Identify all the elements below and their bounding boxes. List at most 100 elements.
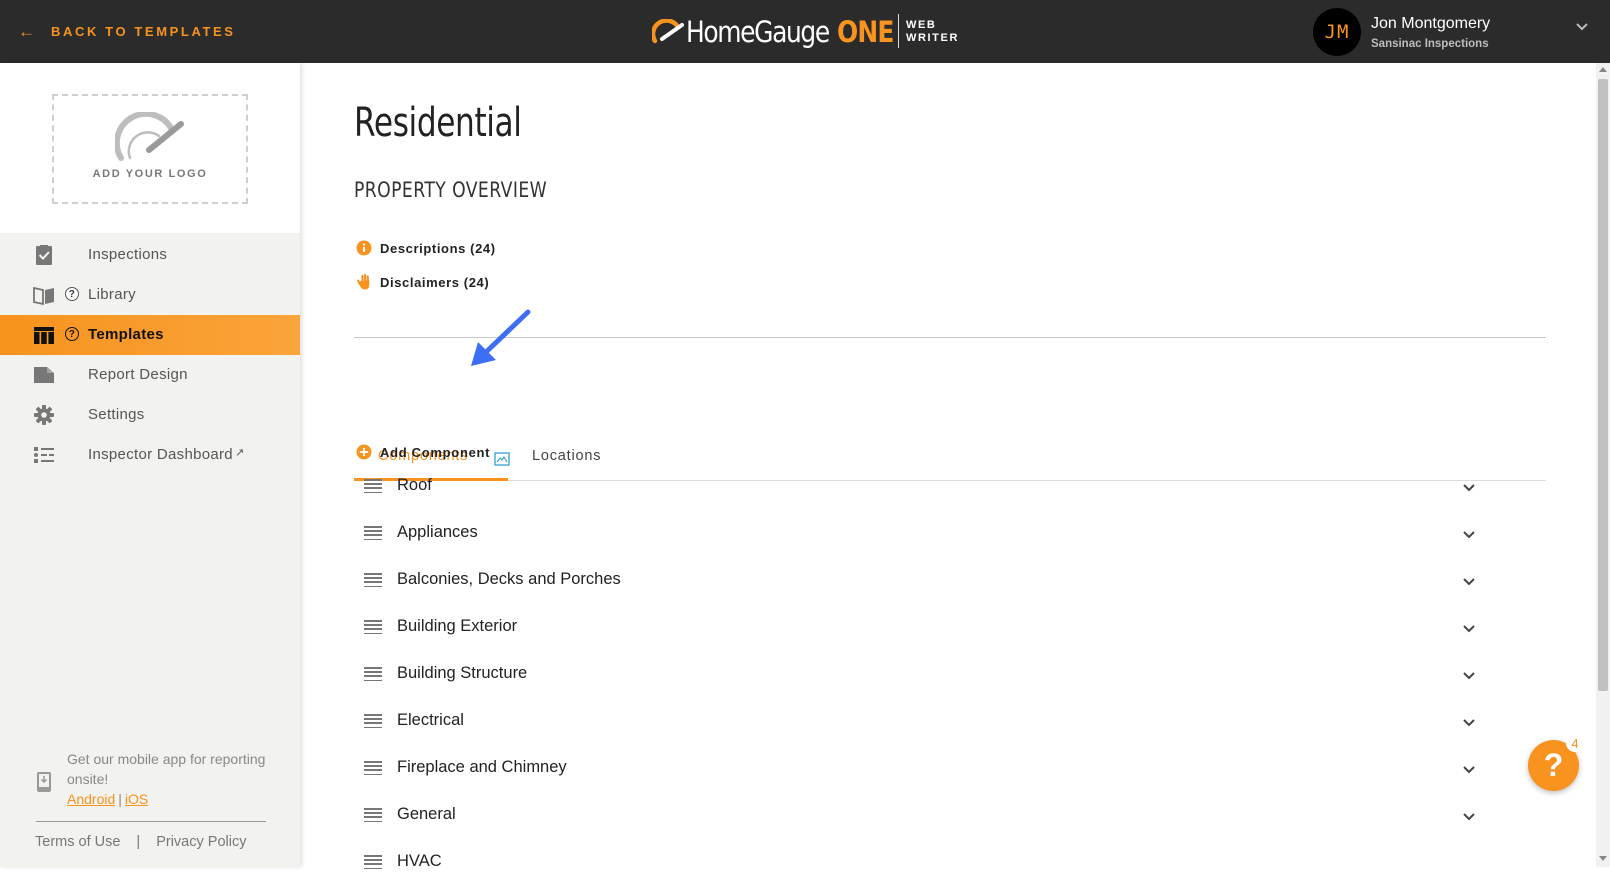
scrollbar[interactable] [1596,63,1610,867]
component-name: Fireplace and Chimney [397,758,567,776]
chevron-down-icon[interactable] [1462,765,1476,775]
chevron-down-icon[interactable] [1462,483,1476,493]
drag-handle-icon[interactable] [364,526,382,541]
gauge-logo-icon [652,19,684,44]
clipboard-check-icon [36,245,52,265]
logo-area: ADD YOUR LOGO [0,63,300,233]
chevron-down-icon[interactable] [1462,718,1476,728]
sidebar-item-report-design[interactable]: Report Design [0,355,300,395]
sidebar-item-inspector-dashboard[interactable]: Inspector Dashboard ↗ [0,435,300,475]
list-item[interactable]: Fireplace and Chimney [354,747,1494,794]
sidebar-item-inspections[interactable]: Inspections [0,235,300,275]
drag-handle-icon[interactable] [364,808,382,823]
list-item[interactable]: Roof [354,465,1494,512]
book-icon [33,286,54,305]
table-icon [34,327,54,344]
page-title: Residential [354,100,522,146]
brand-web: WEB [906,19,937,31]
sidebar-divider [36,821,266,822]
mobile-app-message: Get our mobile app for reporting onsite! [67,751,266,787]
footer-links: Terms of Use | Privacy Policy [35,834,246,850]
back-to-templates-label: BACK TO TEMPLATES [51,24,236,39]
drag-handle-icon[interactable] [364,620,382,635]
back-to-templates-link[interactable]: ← BACK TO TEMPLATES [18,0,236,63]
component-name: Electrical [397,711,464,729]
ios-link[interactable]: iOS [125,791,148,807]
chevron-down-icon[interactable] [1462,624,1476,634]
scroll-down-icon[interactable] [1599,856,1607,861]
drag-handle-icon[interactable] [364,573,382,588]
chevron-down-icon[interactable] [1462,812,1476,822]
brand-web-writer: WEB WRITER [906,19,959,45]
scroll-up-icon[interactable] [1599,67,1607,72]
mobile-app-text: Get our mobile app for reporting onsite!… [67,749,272,809]
descriptions-label: Descriptions (24) [380,240,496,256]
chevron-down-icon[interactable] [1462,577,1476,587]
drag-handle-icon[interactable] [364,714,382,729]
disclaimers-link[interactable]: Disclaimers (24) [356,274,489,290]
help-question-icon[interactable]: ? [65,287,79,301]
main-content: Residential PROPERTY OVERVIEW Descriptio… [300,63,1596,870]
mobile-download-icon [37,772,51,792]
android-link[interactable]: Android [67,791,115,807]
chevron-down-icon[interactable] [1575,22,1589,32]
sidebar-item-templates[interactable]: ? Templates [0,315,300,355]
brand-name: HomeGauge [686,15,830,49]
dashboard-list-icon [34,447,54,463]
list-item[interactable]: Building Structure [354,653,1494,700]
disclaimers-label: Disclaimers (24) [380,274,490,290]
help-button[interactable]: ? 4 [1528,734,1584,791]
edit-image-icon[interactable] [494,451,510,466]
footer-separator: | [136,834,141,850]
hand-stop-icon [357,274,370,290]
list-item[interactable]: General [354,794,1494,841]
user-company: Sansinac Inspections [1371,38,1489,50]
list-item[interactable]: Electrical [354,700,1494,747]
user-name: Jon Montgomery [1371,15,1491,32]
add-logo-button[interactable]: ADD YOUR LOGO [52,94,248,204]
sidebar-item-label-wrap: Inspector Dashboard ↗ [88,446,244,463]
sidebar-item-label: Templates [88,326,164,343]
folder-icon [34,367,54,383]
arrow-left-icon: ← [18,22,35,41]
component-name: General [397,805,456,823]
plus-circle-icon [356,444,372,460]
brand-one: ONE [837,15,894,49]
notification-badge: 4 [1566,734,1584,752]
descriptions-link[interactable]: Descriptions (24) [356,240,496,256]
chevron-down-icon[interactable] [1462,671,1476,681]
component-name: Roof [397,476,432,494]
list-item[interactable]: Appliances [354,512,1494,559]
brand-divider [898,14,899,48]
help-question-icon[interactable]: ? [65,327,79,341]
mobile-app-promo: Get our mobile app for reporting onsite!… [36,749,272,809]
add-component-label: Add Component [380,444,491,460]
list-item[interactable]: Balconies, Decks and Porches [354,559,1494,606]
component-name: Building Structure [397,664,528,682]
add-component-button[interactable]: Add Component [356,444,490,460]
gear-icon [34,405,54,425]
drag-handle-icon[interactable] [364,479,382,494]
sidebar-item-label: Settings [88,406,145,423]
scrollbar-thumb[interactable] [1598,79,1608,691]
tab-locations[interactable]: Locations [532,448,601,464]
component-list: Roof Appliances Balconies, Decks and Por… [354,465,1494,888]
drag-handle-icon[interactable] [364,761,382,776]
list-item[interactable]: HVAC [354,841,1494,888]
sidebar-item-settings[interactable]: Settings [0,395,300,435]
link-separator: | [118,791,122,807]
list-item[interactable]: Building Exterior [354,606,1494,653]
component-name: HVAC [397,852,442,870]
privacy-policy-link[interactable]: Privacy Policy [156,834,246,850]
sidebar-nav: Inspections ? Library ? Templates Report… [0,235,300,475]
sidebar-item-label: Library [88,286,136,303]
homegauge-logo: HomeGauge ONE WEB WRITER [652,12,957,52]
chevron-down-icon[interactable] [1462,530,1476,540]
user-menu[interactable]: JM Jon Montgomery Sansinac Inspections [1313,8,1490,56]
avatar: JM [1313,8,1361,56]
sidebar-item-library[interactable]: ? Library [0,275,300,315]
brand-writer: WRITER [906,32,959,44]
terms-of-use-link[interactable]: Terms of Use [35,834,120,850]
drag-handle-icon[interactable] [364,667,382,682]
annotation-arrow-icon [471,309,531,366]
